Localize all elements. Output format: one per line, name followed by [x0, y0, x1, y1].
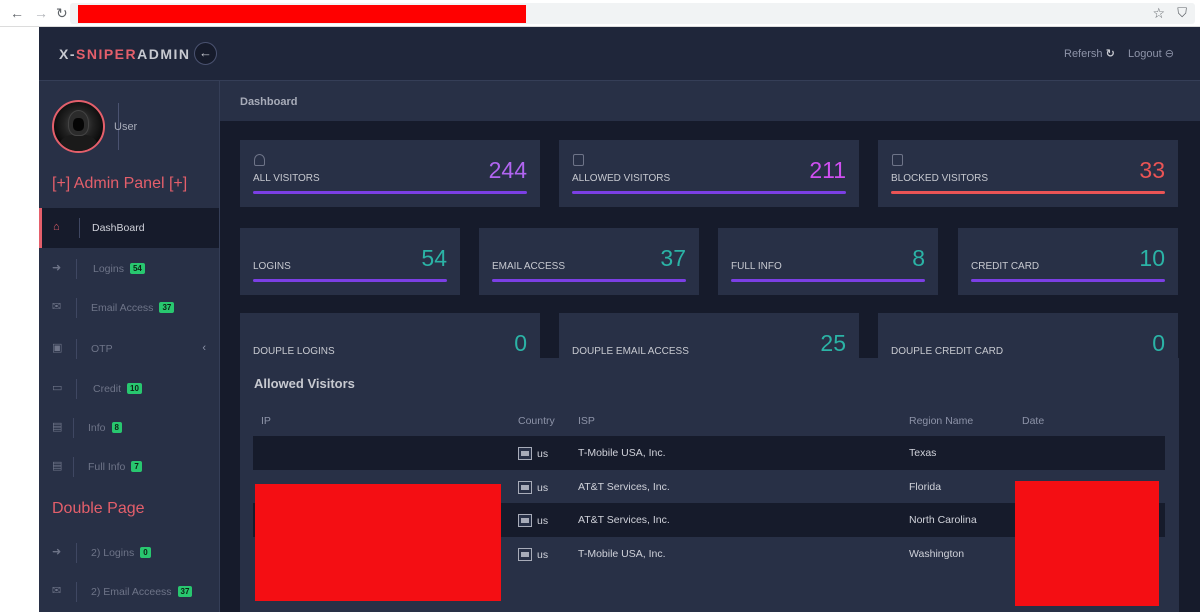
table-row[interactable]: us T-Mobile USA, Inc. Texas	[253, 436, 1165, 470]
document-icon	[892, 154, 903, 166]
sidebar-item-double-logins[interactable]: ➜ 2) Logins 0	[39, 533, 219, 573]
redacted-url	[78, 5, 526, 23]
sidebar-item-otp[interactable]: ▣ OTP ‹	[39, 329, 219, 369]
stat-card-email-access: EMAIL ACCESS 37	[479, 228, 699, 295]
flag-icon	[518, 481, 532, 494]
column-header-ip[interactable]: IP	[261, 415, 271, 427]
sidebar-item-info[interactable]: ▤ Info 8	[39, 408, 219, 448]
column-header-date[interactable]: Date	[1022, 415, 1044, 427]
chevron-left-icon[interactable]: ‹	[202, 342, 206, 354]
flag-icon	[518, 514, 532, 527]
stat-value: 54	[421, 245, 447, 271]
table-title: Allowed Visitors	[254, 376, 355, 391]
count-badge: 7	[131, 461, 142, 472]
sidebar-item-double-email-access[interactable]: ✉ 2) Email Acceess 37	[39, 572, 219, 612]
user-name: User	[114, 121, 138, 133]
stat-value: 37	[660, 245, 686, 271]
envelope-icon: ✉	[52, 585, 62, 597]
login-icon: ➜	[52, 546, 62, 558]
stat-value: 211	[809, 157, 846, 183]
shield-icon[interactable]: ⛉	[1177, 5, 1187, 21]
refresh-icon: ↻	[1105, 48, 1115, 60]
stat-value: 25	[820, 330, 846, 356]
logout-icon: ⊖	[1164, 48, 1174, 60]
brand-logo[interactable]: X-SNIPERADMIN	[59, 46, 191, 62]
breadcrumb: Dashboard	[220, 81, 1200, 121]
count-badge: 10	[127, 383, 142, 394]
admin-panel-title: [+] Admin Panel [+]	[52, 175, 188, 192]
logout-link[interactable]: Logout ⊖	[1128, 47, 1174, 60]
count-badge: 37	[159, 302, 175, 313]
browser-reload-icon[interactable]: ↻	[56, 5, 68, 21]
collapse-sidebar-button[interactable]: ←	[194, 42, 217, 65]
admin-app: X-SNIPERADMIN ← Refersh ↻ Logout ⊖ User …	[39, 27, 1200, 612]
sidebar-item-full-info[interactable]: ▤ Full Info 7	[39, 447, 219, 487]
stat-value: 8	[912, 245, 925, 271]
column-header-country[interactable]: Country	[518, 415, 555, 427]
avatar	[52, 100, 105, 153]
flag-icon	[518, 548, 532, 561]
stat-card-allowed-visitors: ALLOWED VISITORS 211	[559, 140, 859, 207]
browser-forward-icon[interactable]: →	[34, 5, 48, 21]
column-header-isp[interactable]: ISP	[578, 415, 595, 427]
column-header-region[interactable]: Region Name	[909, 415, 973, 427]
sidebar-item-credit[interactable]: ▭ Credit 10	[39, 369, 219, 409]
document-icon: ▤	[52, 460, 63, 472]
stat-value: 0	[514, 330, 527, 356]
address-bar[interactable]: ☆ ⛉	[70, 3, 1195, 24]
bookmark-star-icon[interactable]: ☆	[1152, 5, 1165, 22]
stat-card-logins: LOGINS 54	[240, 228, 460, 295]
stat-card-all-visitors: ALL VISITORS 244	[240, 140, 540, 207]
document-icon: ▤	[52, 421, 63, 433]
stat-card-full-info: FULL INFO 8	[718, 228, 938, 295]
redacted-date-column	[1015, 481, 1159, 606]
stat-card-credit-card: CREDIT CARD 10	[958, 228, 1178, 295]
count-badge: 8	[111, 422, 122, 433]
stat-value: 33	[1139, 157, 1165, 183]
credit-card-icon: ▭	[52, 382, 63, 394]
user-icon	[254, 154, 265, 166]
stat-card-blocked-visitors: BLOCKED VISITORS 33	[878, 140, 1178, 207]
stat-value: 0	[1152, 330, 1165, 356]
count-badge: 0	[140, 547, 151, 558]
window-icon: ▣	[52, 342, 63, 354]
stat-value: 244	[488, 157, 527, 183]
document-icon	[573, 154, 584, 166]
count-badge: 54	[129, 263, 145, 274]
count-badge: 37	[177, 586, 193, 597]
stat-value: 10	[1139, 245, 1165, 271]
browser-back-icon[interactable]: ←	[10, 5, 24, 21]
home-icon: ⌂	[53, 221, 60, 233]
sidebar-item-logins[interactable]: ➜ Logins 54	[39, 249, 219, 289]
browser-toolbar: ← → ↻ ☆ ⛉	[0, 0, 1200, 27]
sidebar-item-dashboard[interactable]: ⌂ DashBoard	[39, 208, 219, 248]
sidebar-item-email-access[interactable]: ✉ Email Access 37	[39, 288, 219, 328]
login-icon: ➜	[52, 262, 62, 274]
envelope-icon: ✉	[52, 301, 62, 313]
redacted-ip-column	[255, 484, 501, 601]
top-bar: X-SNIPERADMIN ← Refersh ↻ Logout ⊖	[39, 27, 1200, 81]
sidebar: User [+] Admin Panel [+] ⌂ DashBoard ➜ L…	[39, 81, 220, 612]
refresh-link[interactable]: Refersh ↻	[1064, 47, 1115, 60]
page-title: Dashboard	[240, 96, 298, 108]
flag-icon	[518, 447, 532, 460]
double-page-title: Double Page	[52, 500, 145, 517]
